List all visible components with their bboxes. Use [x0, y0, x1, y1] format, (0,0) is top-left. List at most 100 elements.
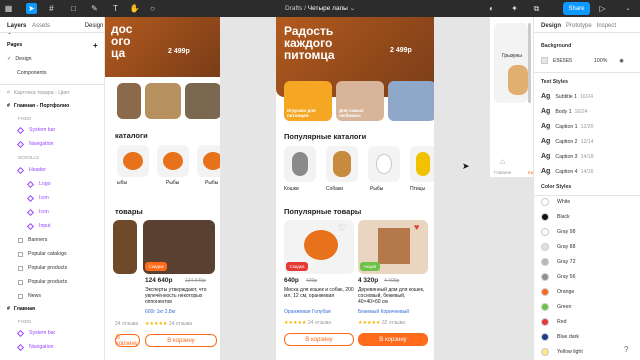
zoom-indicator[interactable]: ⌄: [619, 3, 637, 14]
cart-button[interactable]: В корзину: [145, 334, 217, 347]
color-style-item[interactable]: Blue dark: [541, 333, 579, 341]
bg-opacity-value[interactable]: 100%: [594, 58, 607, 64]
color-dot: [541, 258, 549, 266]
tab-inspect[interactable]: Inspect: [597, 23, 616, 29]
promo-card[interactable]: Для самых любимых: [336, 81, 384, 121]
text-style-item[interactable]: Ag Body 1 16/24: [541, 108, 587, 115]
tab-layers[interactable]: Layers: [7, 23, 26, 29]
weight-1[interactable]: 600г: [145, 309, 155, 315]
text-style-item[interactable]: Ag Caption 3 14/18: [541, 153, 594, 160]
nav-label-main[interactable]: Главная: [494, 170, 511, 175]
promo-badge: Акция: [360, 262, 380, 271]
catalog-card[interactable]: [157, 145, 189, 177]
share-button[interactable]: Share: [563, 2, 590, 15]
color-style-item[interactable]: Green: [541, 303, 571, 311]
bg-hex-value[interactable]: E5E5E5: [553, 58, 572, 64]
color-style-item[interactable]: Black: [541, 213, 570, 221]
catalog-label: Рыбы: [370, 186, 384, 192]
color-style-item[interactable]: Red: [541, 318, 567, 326]
product-card[interactable]: Грызуны: [494, 23, 528, 103]
color-option[interactable]: Оранжевая: [284, 309, 310, 315]
text-style-item[interactable]: Ag Caption 4 14/16: [541, 168, 594, 175]
weight-3[interactable]: 2,8кг: [165, 309, 176, 315]
layer-system-bar[interactable]: System bar: [0, 124, 105, 136]
color-option[interactable]: Бежевый: [358, 309, 379, 315]
catalogs-heading: каталоги: [115, 131, 148, 140]
layer-frame-card[interactable]: # Карточка товара - Цвет: [0, 87, 105, 99]
catalog-card-cats[interactable]: [284, 146, 316, 182]
layer-popular-catalogs[interactable]: Popular catalogs: [0, 248, 105, 260]
tab-assets[interactable]: Assets: [32, 23, 50, 29]
promo-card[interactable]: [388, 81, 434, 121]
layer-frame-main[interactable]: # Главная: [0, 303, 105, 315]
scrollbar[interactable]: [528, 23, 531, 103]
chevron-down-icon[interactable]: ⌄: [7, 30, 12, 36]
color-style-item[interactable]: Gray 88: [541, 243, 575, 251]
layer-icon-2[interactable]: Icon: [0, 206, 105, 218]
color-style-item[interactable]: Gray 72: [541, 258, 575, 266]
layer-popular-products-1[interactable]: Popular products: [0, 262, 105, 274]
layer-frame-main-portfolio[interactable]: # Главная - Портфолио: [0, 100, 105, 112]
frame-left-partial[interactable]: дос ого ца 2 499р каталоги ыбы Рыбы Рыбы т…: [105, 17, 220, 360]
present-icon[interactable]: ▷: [597, 3, 608, 14]
eye-icon[interactable]: ◉: [619, 58, 624, 64]
favorite-icon[interactable]: ♡: [338, 223, 346, 234]
catalog-card[interactable]: [197, 145, 220, 177]
weight-2[interactable]: 1кг: [157, 309, 164, 315]
weight-option[interactable]: 600г 1кг 2,8кг: [145, 309, 176, 315]
page-label: Design: [15, 56, 32, 62]
frame-main[interactable]: Радость каждого питомца 2 499р Игрушки д…: [276, 17, 434, 360]
color-swatch[interactable]: [541, 57, 548, 64]
layer-popular-products-2[interactable]: Popular products: [0, 276, 105, 288]
dog-image: [333, 151, 351, 177]
help-icon[interactable]: ?: [624, 345, 628, 354]
background-fill[interactable]: E5E5E5 100% ◉: [541, 57, 624, 64]
cart-button[interactable]: В корзину: [115, 334, 140, 347]
catalog-card[interactable]: [117, 145, 149, 177]
color-style-name: White: [557, 199, 571, 205]
color-style-item[interactable]: Yellow light: [541, 348, 583, 356]
color-style-item[interactable]: White: [541, 198, 570, 206]
layer-navigation-2[interactable]: Navigation: [0, 341, 105, 353]
catalog-card-fish[interactable]: [368, 146, 400, 182]
layer-input[interactable]: Input: [0, 220, 105, 232]
layer-navigation[interactable]: Navigation: [0, 138, 105, 150]
text-style-item[interactable]: Ag Caption 1 12/20: [541, 123, 594, 130]
color-dot: [541, 273, 549, 281]
add-page-icon[interactable]: +: [93, 41, 98, 50]
catalog-card-birds[interactable]: [410, 146, 434, 182]
mask-icon[interactable]: ◐: [486, 3, 497, 14]
layer-banners[interactable]: Banners: [0, 234, 105, 246]
breadcrumb-drafts[interactable]: Drafts: [285, 5, 302, 12]
chevron-down-icon[interactable]: ⌄: [350, 5, 355, 12]
layer-news[interactable]: News: [0, 290, 105, 302]
text-style-item[interactable]: Ag Caption 2 12/14: [541, 138, 594, 145]
color-style-item[interactable]: Orange: [541, 288, 574, 296]
page-item-components[interactable]: Components: [0, 67, 105, 79]
layer-logo[interactable]: Logo: [0, 178, 105, 190]
layer-system-bar-2[interactable]: System bar: [0, 327, 105, 339]
home-nav-icon[interactable]: ⌂: [500, 157, 505, 166]
cart-button[interactable]: В корзину: [284, 333, 354, 346]
tab-prototype[interactable]: Prototype: [566, 23, 592, 29]
catalog-card-dogs[interactable]: [326, 146, 358, 182]
file-name[interactable]: Четыре лапы: [308, 5, 348, 12]
frame-right-partial[interactable]: Грызуны ⌂ Главная Ка: [490, 17, 533, 177]
color-style-item[interactable]: Gray 56: [541, 273, 575, 281]
color-option[interactable]: Голубая: [312, 309, 331, 315]
component-icon[interactable]: ✦: [509, 3, 520, 14]
cart-button-active[interactable]: В корзину: [358, 333, 428, 346]
layer-icon-1[interactable]: Icon: [0, 192, 105, 204]
text-style-item[interactable]: Ag Subtitle 1 16/24: [541, 93, 593, 100]
layer-header[interactable]: Header: [0, 164, 105, 176]
tab-design-page[interactable]: Design: [85, 23, 104, 29]
boolean-icon[interactable]: ⧉: [531, 3, 542, 14]
favorite-icon[interactable]: ♥: [414, 222, 419, 232]
tab-design[interactable]: Design: [541, 23, 561, 29]
promo-card[interactable]: Игрушки для питомцев: [284, 81, 332, 121]
color-option[interactable]: Коричневый: [381, 309, 409, 315]
rating-stars: ★★★★★ 32 отзыва: [358, 320, 405, 326]
color-style-item[interactable]: Gray 98: [541, 228, 575, 236]
component-icon: [16, 126, 25, 134]
page-item-design[interactable]: ✓ Design: [0, 53, 105, 65]
